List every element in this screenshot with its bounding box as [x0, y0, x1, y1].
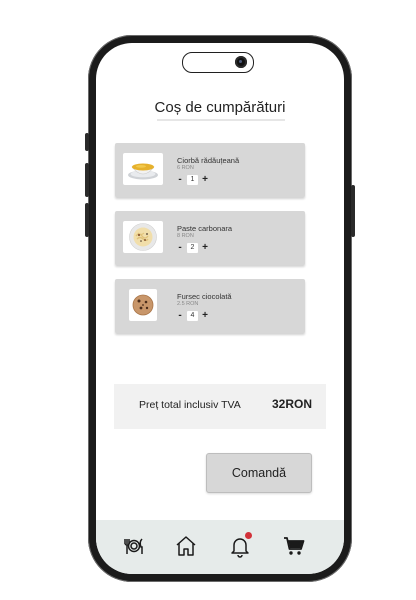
mute-switch: [85, 133, 89, 151]
decrement-button[interactable]: -: [176, 242, 184, 253]
item-name: Fursec ciocolată: [177, 292, 232, 301]
title-underline: [157, 119, 285, 121]
home-icon[interactable]: [174, 534, 198, 558]
menu-utensils-icon[interactable]: [122, 534, 146, 558]
volume-down-button: [85, 203, 89, 237]
quantity-stepper: - 1 +: [176, 174, 209, 185]
increment-button[interactable]: +: [201, 310, 209, 321]
quantity-value: 1: [187, 174, 198, 185]
quantity-value: 2: [187, 242, 198, 253]
item-name: Ciorbă rădăuțeană: [177, 156, 240, 165]
power-button: [351, 185, 355, 237]
phone-screen: Coș de cumpărături Ciorbă rădăuțeană 6 R…: [96, 43, 344, 574]
quantity-stepper: - 4 +: [176, 310, 209, 321]
soup-bowl-image: [123, 153, 163, 185]
total-summary: Preț total inclusiv TVA 32RON: [114, 384, 326, 429]
order-button[interactable]: Comandă: [206, 453, 312, 493]
bottom-navigation: [96, 520, 344, 574]
quantity-value: 4: [187, 310, 198, 321]
page-title: Coș de cumpărături: [154, 99, 286, 116]
quantity-stepper: - 2 +: [176, 242, 209, 253]
notification-badge: [245, 532, 252, 539]
increment-button[interactable]: +: [201, 174, 209, 185]
increment-button[interactable]: +: [201, 242, 209, 253]
camera-icon: [235, 56, 247, 68]
item-price: 6 RON: [177, 165, 194, 171]
item-name: Paste carbonara: [177, 224, 233, 233]
notifications-bell-icon[interactable]: [228, 532, 252, 558]
total-label: Preț total inclusiv TVA: [139, 399, 241, 411]
cart-item: Paste carbonara 8 RON - 2 +: [115, 211, 305, 265]
decrement-button[interactable]: -: [176, 174, 184, 185]
item-price: 2.5 RON: [177, 301, 199, 307]
cookie-image: [129, 289, 157, 321]
dynamic-island: [182, 52, 254, 73]
volume-up-button: [85, 163, 89, 197]
phone-frame: Coș de cumpărături Ciorbă rădăuțeană 6 R…: [85, 35, 355, 582]
cart-item: Fursec ciocolată 2.5 RON - 4 +: [115, 279, 305, 333]
decrement-button[interactable]: -: [176, 310, 184, 321]
pasta-plate-image: [123, 221, 163, 253]
item-price: 8 RON: [177, 233, 194, 239]
total-value: 32RON: [271, 397, 312, 411]
cart-item: Ciorbă rădăuțeană 6 RON - 1 +: [115, 143, 305, 197]
cart-icon[interactable]: [282, 534, 306, 558]
